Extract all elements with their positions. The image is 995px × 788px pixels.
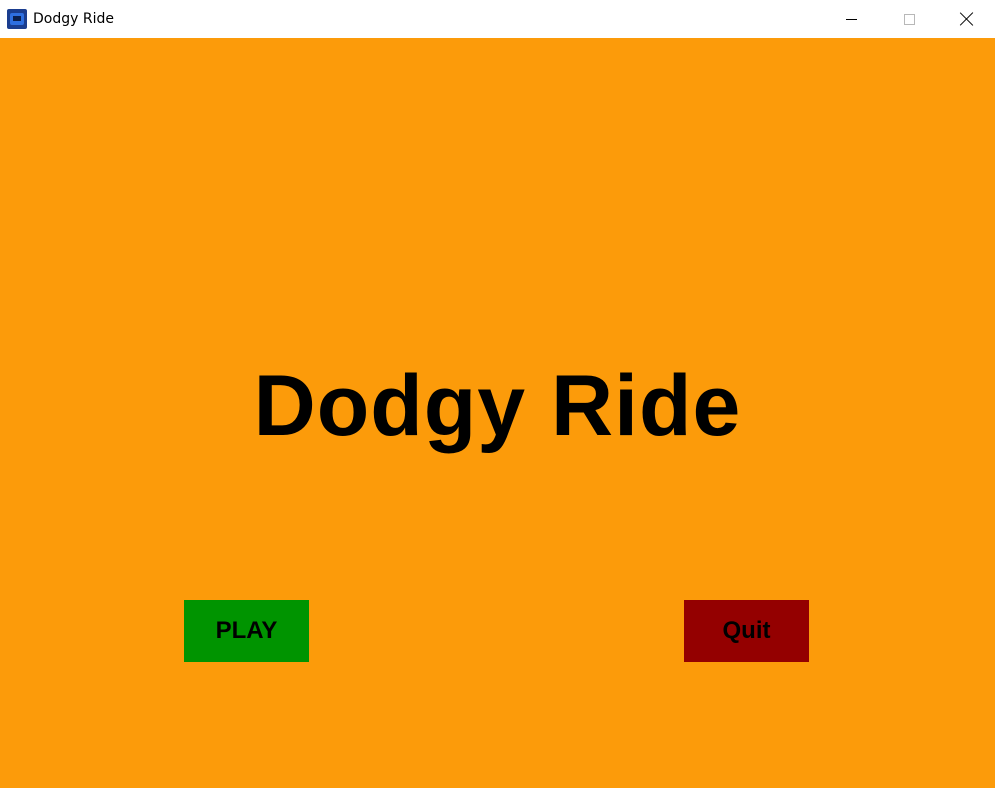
quit-button[interactable]: Quit (684, 600, 809, 662)
close-button[interactable] (938, 0, 995, 38)
close-icon (960, 12, 974, 26)
minimize-button[interactable] (822, 0, 880, 38)
car-app-icon (7, 9, 27, 29)
title-bar[interactable]: Dodgy Ride (0, 0, 995, 38)
maximize-icon (903, 13, 915, 25)
minimize-icon (845, 18, 857, 20)
game-canvas: Dodgy Ride PLAY Quit (0, 38, 995, 788)
maximize-button[interactable] (880, 0, 938, 38)
app-window: Dodgy Ride Dodgy Ride PLAY Quit (0, 0, 995, 788)
window-title: Dodgy Ride (33, 11, 114, 27)
play-button[interactable]: PLAY (184, 600, 309, 662)
game-title: Dodgy Ride (253, 358, 742, 454)
